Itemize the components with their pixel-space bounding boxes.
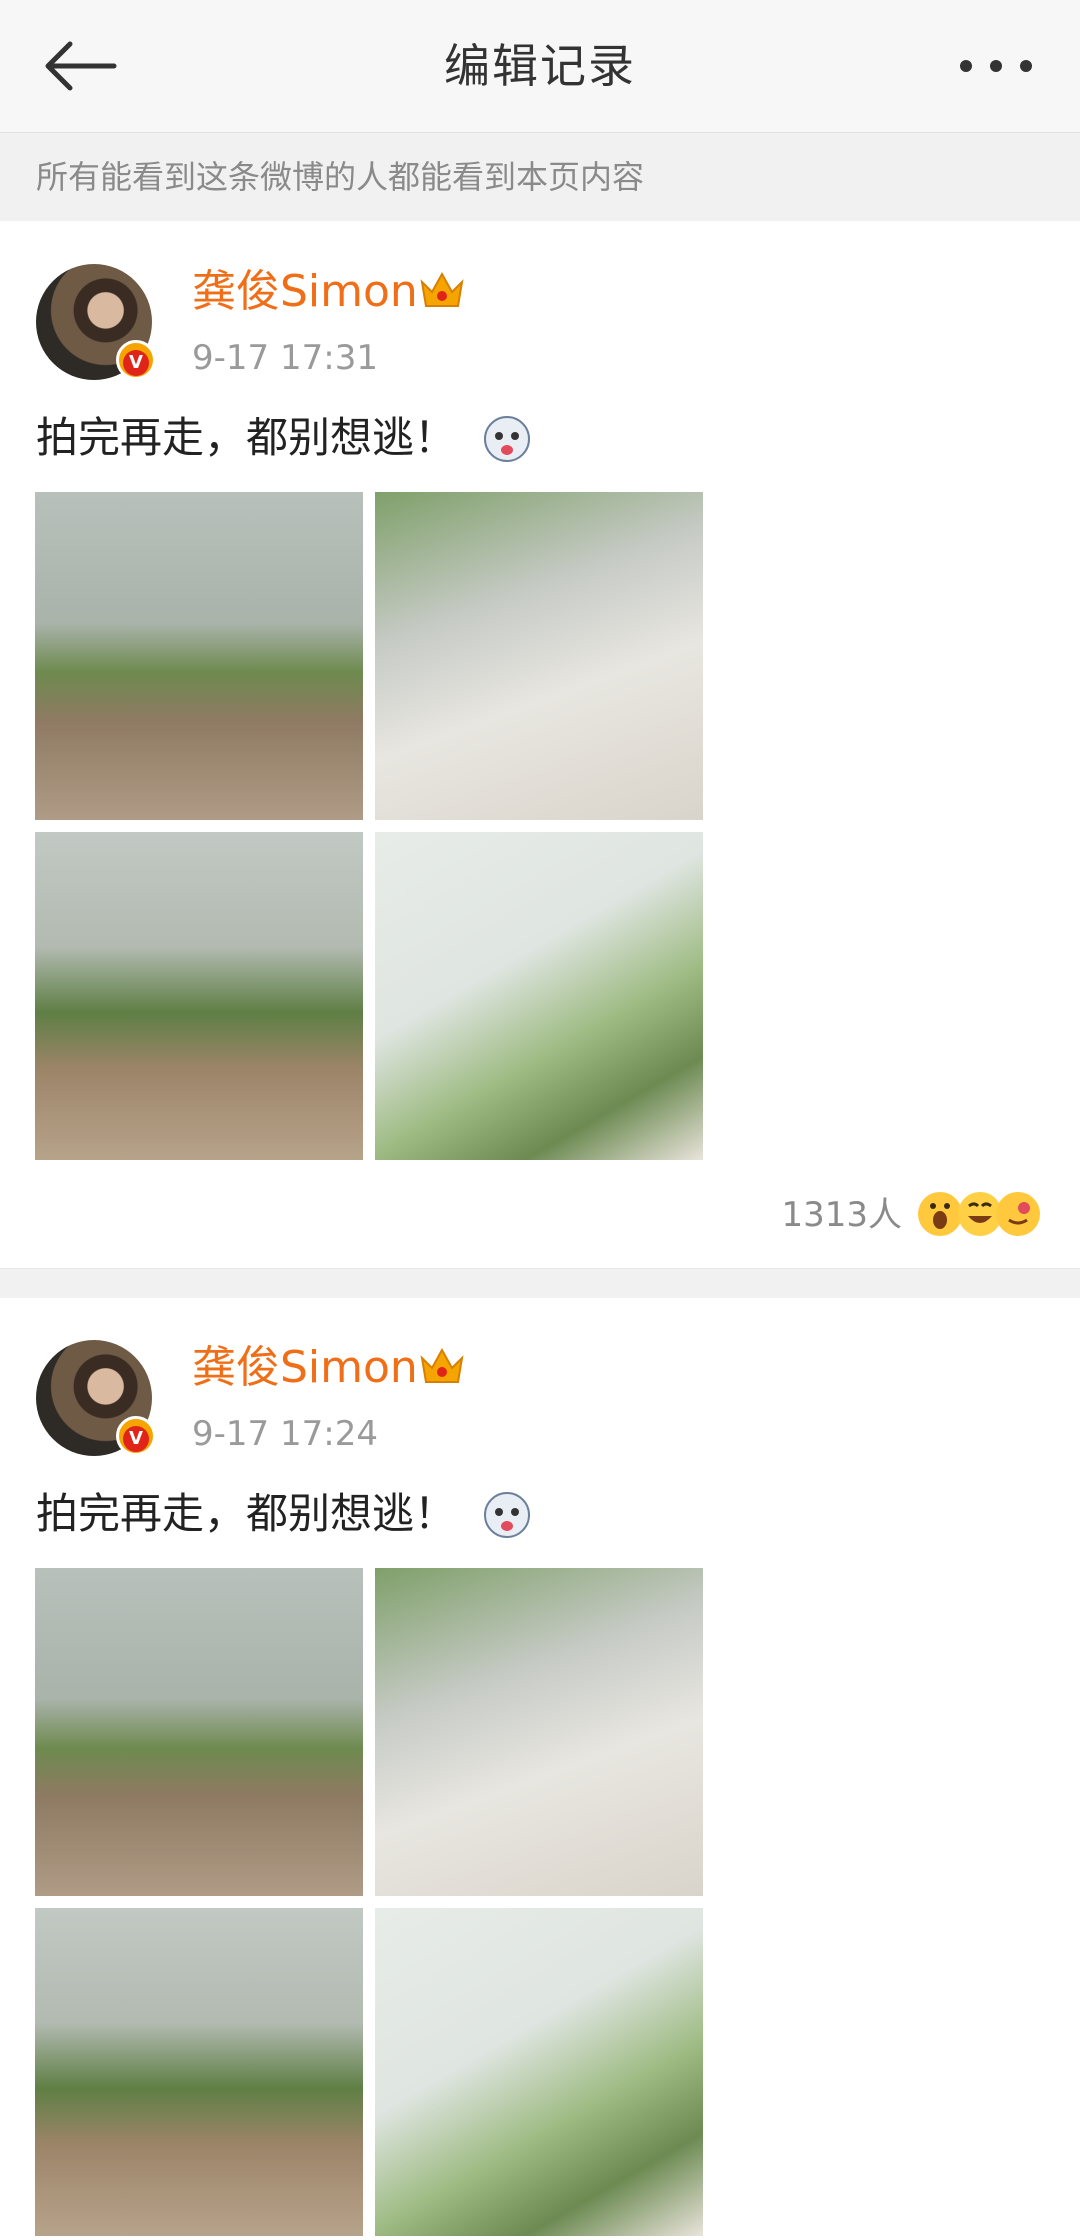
reaction-count[interactable]: 1313人 bbox=[781, 1190, 902, 1240]
verified-v-icon: V bbox=[116, 1416, 156, 1456]
page-title: 编辑记录 bbox=[444, 39, 636, 93]
post-time: 9-17 17:31 bbox=[192, 338, 378, 378]
visibility-notice: 所有能看到这条微博的人都能看到本页内容 bbox=[0, 133, 1080, 221]
post-image[interactable] bbox=[35, 1568, 363, 1896]
more-dots-icon bbox=[960, 60, 1032, 72]
username[interactable]: 龚俊Simon bbox=[192, 264, 418, 320]
post-image[interactable] bbox=[375, 1568, 703, 1896]
post-image[interactable] bbox=[35, 832, 363, 1160]
verified-v-icon: V bbox=[116, 340, 156, 380]
top-bar: 编辑记录 bbox=[0, 0, 1080, 133]
more-button[interactable] bbox=[956, 52, 1036, 80]
edit-record-post: V 龚俊Simon 9-17 17:31 拍完再走，都别想逃！ 1313人 bbox=[0, 222, 1080, 1268]
reaction-emoji-icon[interactable] bbox=[914, 1186, 1044, 1242]
crown-icon bbox=[420, 1347, 464, 1383]
husky-emoji-icon bbox=[484, 416, 530, 462]
husky-emoji-icon bbox=[484, 1492, 530, 1538]
username[interactable]: 龚俊Simon bbox=[192, 1340, 418, 1396]
post-content: 拍完再走，都别想逃！ bbox=[36, 1489, 457, 1538]
post-content: 拍完再走，都别想逃！ bbox=[36, 413, 457, 462]
post-image[interactable] bbox=[375, 832, 703, 1160]
post-image[interactable] bbox=[375, 1908, 703, 2236]
post-image[interactable] bbox=[35, 1908, 363, 2236]
post-image[interactable] bbox=[35, 492, 363, 820]
post-divider bbox=[0, 1268, 1080, 1299]
edit-record-post: V 龚俊Simon 9-17 17:24 拍完再走，都别想逃！ bbox=[0, 1298, 1080, 2240]
post-time: 9-17 17:24 bbox=[192, 1414, 378, 1454]
post-image[interactable] bbox=[375, 492, 703, 820]
crown-icon bbox=[420, 271, 464, 307]
